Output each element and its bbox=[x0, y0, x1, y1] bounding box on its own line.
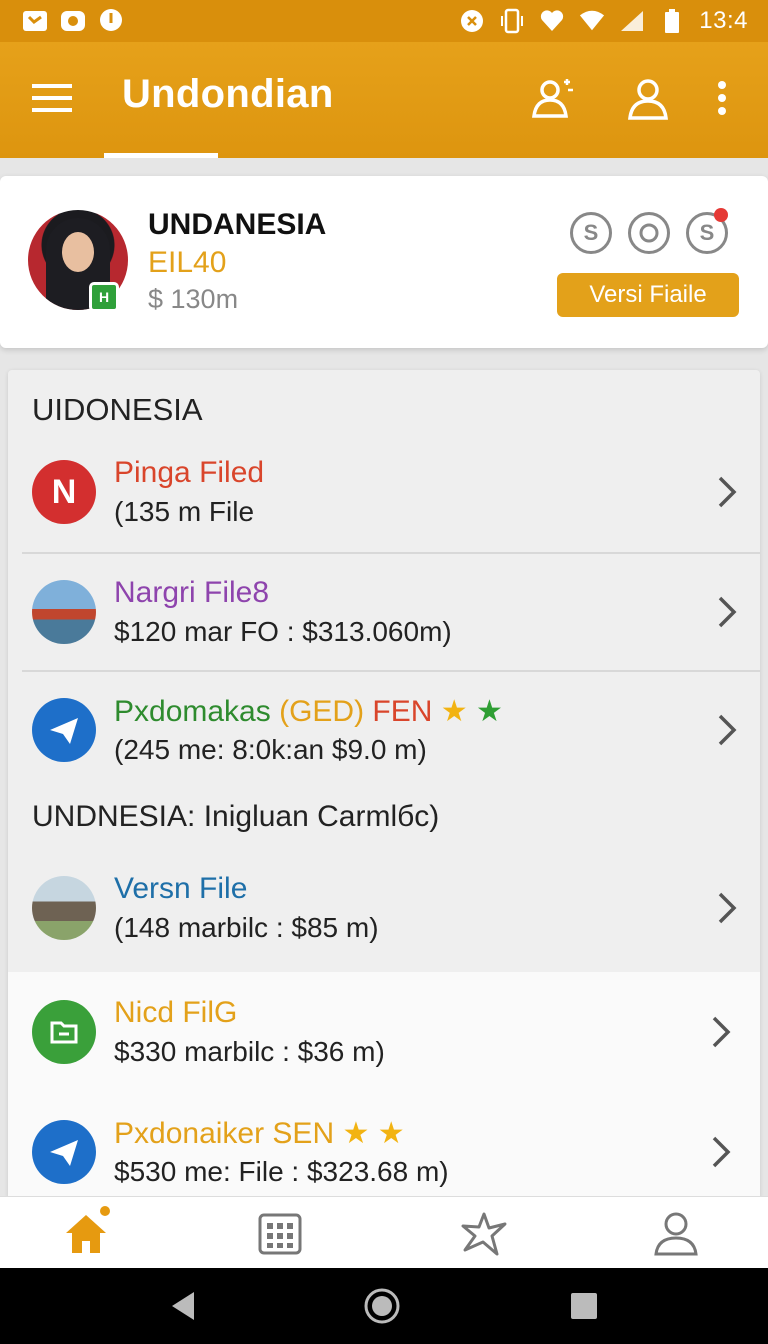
account-icon[interactable] bbox=[622, 72, 674, 124]
list-item-subtitle: $120 mar FO : $313.060m) bbox=[114, 616, 452, 647]
star-icon: ★ bbox=[476, 695, 503, 728]
star-icon: ★ bbox=[440, 695, 468, 728]
star-icon: ★ bbox=[342, 1117, 370, 1150]
list-item-pxdonaiker[interactable]: Pxdonaiker SEN ★ ★ $530 me: File : $323.… bbox=[8, 1092, 760, 1200]
chevron-right-icon bbox=[712, 1136, 731, 1168]
version-button[interactable]: Versi Fiaile bbox=[557, 273, 739, 317]
chevron-right-icon bbox=[718, 714, 737, 746]
home-icon[interactable] bbox=[60, 1209, 112, 1259]
section-header: UNDNESIA: Inigluan Carmlбc) bbox=[32, 800, 440, 833]
home-badge-dot bbox=[100, 1206, 110, 1216]
list-item-versn[interactable]: Versn File (148 marbilc : $85 m) bbox=[22, 848, 760, 968]
vibrate-icon bbox=[499, 8, 525, 34]
wifi-icon bbox=[579, 8, 605, 34]
avatar-badge: H bbox=[89, 282, 119, 312]
send-icon bbox=[32, 1120, 96, 1184]
list-item-title: Nicd FilG bbox=[114, 996, 238, 1029]
system-nav bbox=[0, 1268, 768, 1344]
list-item-title: Nargri File8 bbox=[114, 576, 270, 609]
list-item-title: Pinga Filed bbox=[114, 456, 265, 489]
status-right-icons: 13:4 bbox=[459, 7, 748, 35]
list-item-title: Versn File bbox=[114, 872, 248, 905]
star-icon[interactable] bbox=[458, 1209, 510, 1259]
home-button-icon[interactable] bbox=[362, 1286, 402, 1326]
status-left-icons bbox=[22, 8, 124, 34]
app-title: Undondian bbox=[122, 72, 334, 116]
send-icon bbox=[32, 698, 96, 762]
list-item-pxdomakas[interactable]: Pxdomakas (GED) FEN ★ ★ (245 me: 8:0k:an… bbox=[22, 670, 760, 790]
list-item-subtitle: $330 marbilc : $36 m) bbox=[114, 1036, 385, 1067]
recents-icon[interactable] bbox=[564, 1286, 604, 1326]
alarm-icon bbox=[459, 8, 485, 34]
list-item-subtitle: $530 me: File : $323.68 m) bbox=[114, 1156, 449, 1187]
list-item-nicd[interactable]: Nicd FilG $330 marbilc : $36 m) bbox=[8, 972, 760, 1092]
map-icon bbox=[60, 8, 86, 34]
bottom-nav bbox=[0, 1196, 768, 1268]
menu-icon[interactable] bbox=[30, 80, 74, 116]
list-item-subtitle: (135 m File bbox=[114, 496, 255, 527]
profile-amount: $ 130m bbox=[148, 284, 239, 314]
app-bar: Undondian bbox=[0, 42, 768, 158]
location-icon bbox=[98, 8, 124, 34]
battery-icon bbox=[659, 8, 685, 34]
section-header: UIDONESIA bbox=[32, 392, 203, 427]
notification-dot bbox=[714, 208, 728, 222]
photo-thumbnail-icon bbox=[32, 580, 96, 644]
tab-indicator bbox=[104, 153, 218, 158]
profile-card[interactable] bbox=[0, 176, 768, 348]
list-item-subtitle: (148 marbilc : $85 m) bbox=[114, 912, 379, 943]
signal-icon bbox=[619, 8, 645, 34]
list-item-title: Pxdomakas (GED) FEN ★ ★ bbox=[114, 695, 503, 728]
notification-icon bbox=[22, 8, 48, 34]
profile-name: UNDANESIA bbox=[148, 208, 327, 241]
folder-icon bbox=[32, 1000, 96, 1064]
list-item-subtitle: (245 me: 8:0k:an $9.0 m) bbox=[114, 734, 427, 765]
photo-thumbnail-icon bbox=[32, 876, 96, 940]
person-icon[interactable] bbox=[650, 1209, 702, 1259]
star-icon: ★ bbox=[377, 1117, 405, 1150]
contacts-icon[interactable] bbox=[526, 72, 578, 124]
list-item-nargri[interactable]: Nargri File8 $120 mar FO : $313.060m) bbox=[22, 552, 760, 672]
profile-code: EIL40 bbox=[148, 246, 227, 279]
back-icon[interactable] bbox=[164, 1286, 204, 1326]
list-card: UIDONESIA N Pinga Filed (135 m File Narg… bbox=[8, 370, 760, 1200]
chevron-right-icon bbox=[718, 596, 737, 628]
target-icon[interactable] bbox=[628, 212, 670, 254]
clock: 13:4 bbox=[699, 7, 748, 34]
status-bar: 13:4 bbox=[0, 0, 768, 42]
avatar-face bbox=[62, 232, 94, 272]
heart-icon bbox=[539, 8, 565, 34]
chevron-right-icon bbox=[718, 892, 737, 924]
more-vert-icon[interactable] bbox=[696, 72, 748, 124]
chevron-right-icon bbox=[718, 476, 737, 508]
coin-s-icon[interactable]: S bbox=[570, 212, 612, 254]
list-item-title: Pxdonaiker SEN ★ ★ bbox=[114, 1117, 405, 1150]
chevron-right-icon bbox=[712, 1016, 731, 1048]
n-logo-icon: N bbox=[32, 460, 96, 524]
calendar-icon[interactable] bbox=[254, 1209, 306, 1259]
list-item-pinga[interactable]: N Pinga Filed (135 m File bbox=[22, 432, 760, 552]
